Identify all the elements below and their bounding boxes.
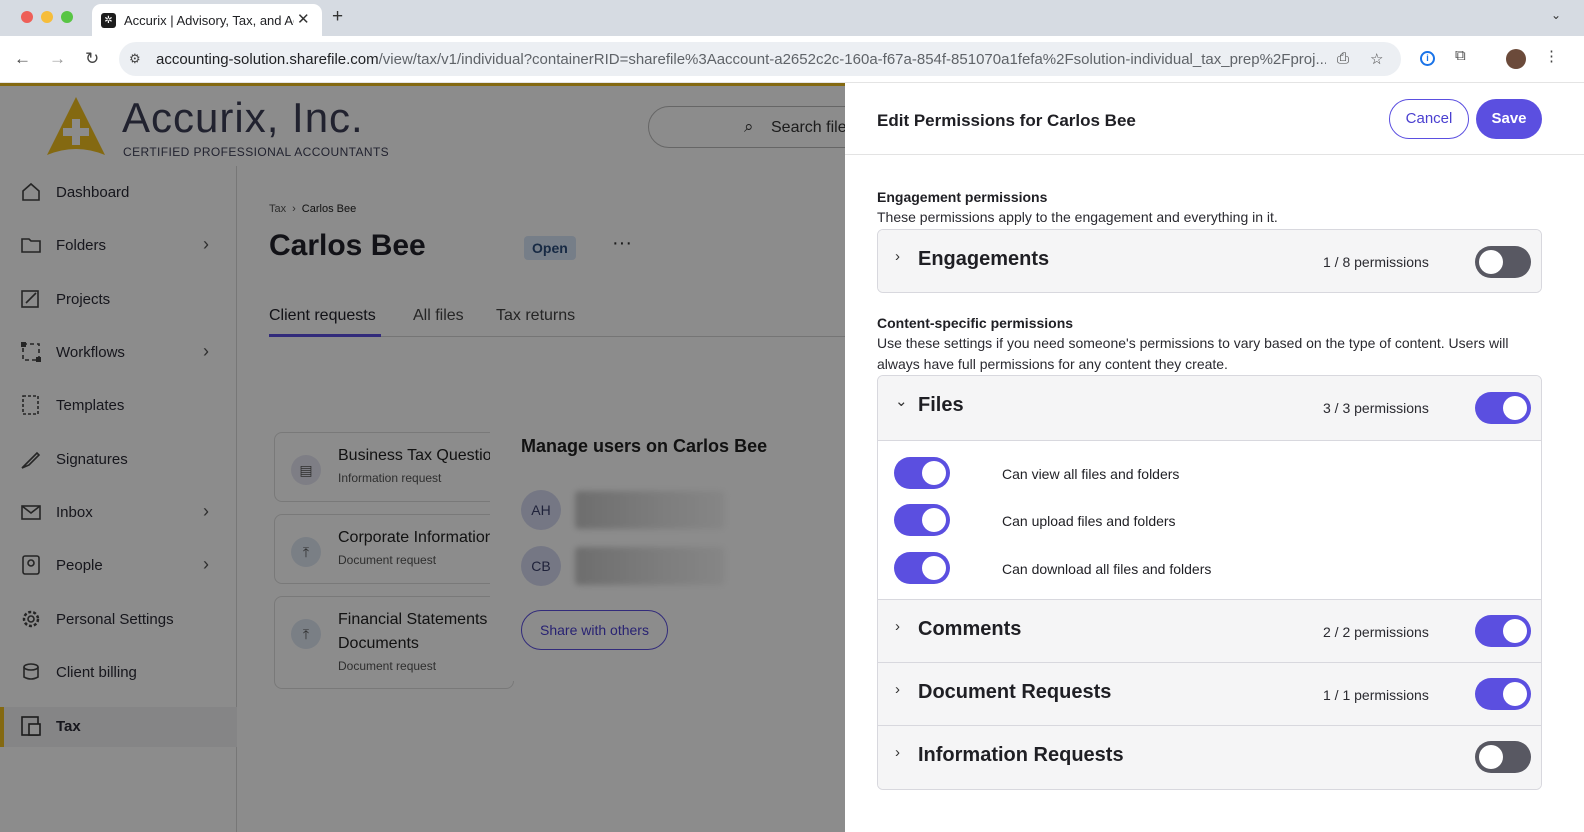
engagements-row[interactable]: › Engagements 1 / 8 permissions bbox=[878, 230, 1541, 292]
toggle-knob bbox=[1503, 619, 1527, 643]
password-manager-icon[interactable]: i bbox=[1420, 51, 1435, 66]
engagements-permission-group: › Engagements 1 / 8 permissions bbox=[877, 229, 1542, 293]
permission-group-title: Document Requests bbox=[918, 681, 1112, 703]
permission-group-title: Comments bbox=[918, 618, 1022, 640]
content-permissions-description: Use these settings if you need someone's… bbox=[877, 335, 1509, 372]
chevron-right-icon[interactable]: › bbox=[895, 618, 900, 635]
chevron-right-icon[interactable]: › bbox=[895, 744, 900, 761]
reload-icon[interactable]: ↻ bbox=[85, 49, 99, 69]
permission-label: Can download all files and folders bbox=[1002, 561, 1212, 577]
permission-group-title: Engagements bbox=[918, 248, 1050, 270]
comments-toggle[interactable] bbox=[1475, 615, 1531, 647]
download-files-toggle[interactable] bbox=[894, 552, 950, 584]
profile-avatar[interactable] bbox=[1506, 49, 1526, 69]
permission-count: 3 / 3 permissions bbox=[1323, 400, 1429, 416]
browser-menu-icon[interactable]: ⋮ bbox=[1544, 47, 1559, 65]
url-text[interactable]: accounting-solution.sharefile.com/view/t… bbox=[156, 51, 1326, 68]
document-requests-toggle[interactable] bbox=[1475, 678, 1531, 710]
maximize-window-button[interactable] bbox=[61, 11, 73, 23]
content-permission-groups: ⌄ Files 3 / 3 permissions Can view all f… bbox=[877, 375, 1542, 790]
install-app-icon[interactable]: ⎙ bbox=[1337, 50, 1349, 67]
browser-tab-bar: ✲ Accurix | Advisory, Tax, and Accountin… bbox=[0, 0, 1584, 36]
toggle-knob bbox=[922, 461, 946, 485]
upload-files-toggle[interactable] bbox=[894, 504, 950, 536]
forward-icon[interactable]: → bbox=[49, 49, 66, 69]
toggle-knob bbox=[922, 508, 946, 532]
permission-label: Can upload files and folders bbox=[1002, 513, 1176, 529]
files-row[interactable]: ⌄ Files 3 / 3 permissions bbox=[878, 376, 1541, 440]
chevron-right-icon[interactable]: › bbox=[895, 681, 900, 698]
address-bar[interactable]: ⚙ accounting-solution.sharefile.com/view… bbox=[119, 42, 1401, 76]
extensions-puzzle-icon[interactable]: ⧉ bbox=[1455, 47, 1466, 64]
browser-toolbar: ← → ↻ ⚙ accounting-solution.sharefile.co… bbox=[0, 36, 1584, 83]
toggle-knob bbox=[1479, 745, 1503, 769]
view-files-toggle[interactable] bbox=[894, 457, 950, 489]
cancel-button[interactable]: Cancel bbox=[1389, 99, 1469, 139]
tab-title: Accurix | Advisory, Tax, and Accounting bbox=[124, 13, 294, 28]
files-permission-list: Can view all files and folders Can uploa… bbox=[878, 440, 1541, 599]
chevron-right-icon[interactable]: › bbox=[895, 248, 900, 265]
files-toggle[interactable] bbox=[1475, 392, 1531, 424]
back-icon[interactable]: ← bbox=[14, 49, 31, 69]
edit-permissions-panel: Edit Permissions for Carlos Bee Cancel S… bbox=[845, 83, 1584, 832]
engagements-toggle[interactable] bbox=[1475, 246, 1531, 278]
permission-label: Can view all files and folders bbox=[1002, 466, 1180, 482]
toggle-knob bbox=[1479, 250, 1503, 274]
content-permissions-heading: Content-specific permissions bbox=[877, 315, 1074, 331]
information-requests-toggle[interactable] bbox=[1475, 741, 1531, 773]
close-window-button[interactable] bbox=[21, 11, 33, 23]
tab-close-icon[interactable]: ✕ bbox=[297, 10, 310, 28]
toggle-knob bbox=[1503, 396, 1527, 420]
new-tab-icon[interactable]: + bbox=[332, 6, 343, 28]
engagement-permissions-description: These permissions apply to the engagemen… bbox=[877, 209, 1278, 225]
permission-count: 2 / 2 permissions bbox=[1323, 624, 1429, 640]
permission-group-title: Information Requests bbox=[918, 744, 1124, 766]
browser-tab[interactable]: ✲ Accurix | Advisory, Tax, and Accountin… bbox=[92, 4, 322, 36]
minimize-window-button[interactable] bbox=[41, 11, 53, 23]
favicon-icon: ✲ bbox=[101, 13, 116, 28]
chevron-down-icon[interactable]: ⌄ bbox=[895, 392, 908, 410]
save-button[interactable]: Save bbox=[1476, 99, 1542, 139]
document-requests-row[interactable]: › Document Requests 1 / 1 permissions bbox=[878, 662, 1541, 726]
permission-group-title: Files bbox=[918, 394, 964, 416]
site-info-icon[interactable]: ⚙ bbox=[129, 51, 145, 67]
panel-title: Edit Permissions for Carlos Bee bbox=[877, 111, 1136, 130]
modal-backdrop[interactable] bbox=[0, 83, 845, 832]
permission-count: 1 / 1 permissions bbox=[1323, 687, 1429, 703]
panel-header: Edit Permissions for Carlos Bee Cancel S… bbox=[845, 83, 1584, 155]
comments-row[interactable]: › Comments 2 / 2 permissions bbox=[878, 599, 1541, 663]
bookmark-star-icon[interactable]: ☆ bbox=[1370, 50, 1383, 68]
toggle-knob bbox=[1503, 682, 1527, 706]
information-requests-row[interactable]: › Information Requests bbox=[878, 725, 1541, 789]
toggle-knob bbox=[922, 556, 946, 580]
permission-count: 1 / 8 permissions bbox=[1323, 254, 1429, 270]
tab-search-chevron-icon[interactable]: ⌄ bbox=[1545, 8, 1567, 28]
engagement-permissions-heading: Engagement permissions bbox=[877, 189, 1048, 205]
